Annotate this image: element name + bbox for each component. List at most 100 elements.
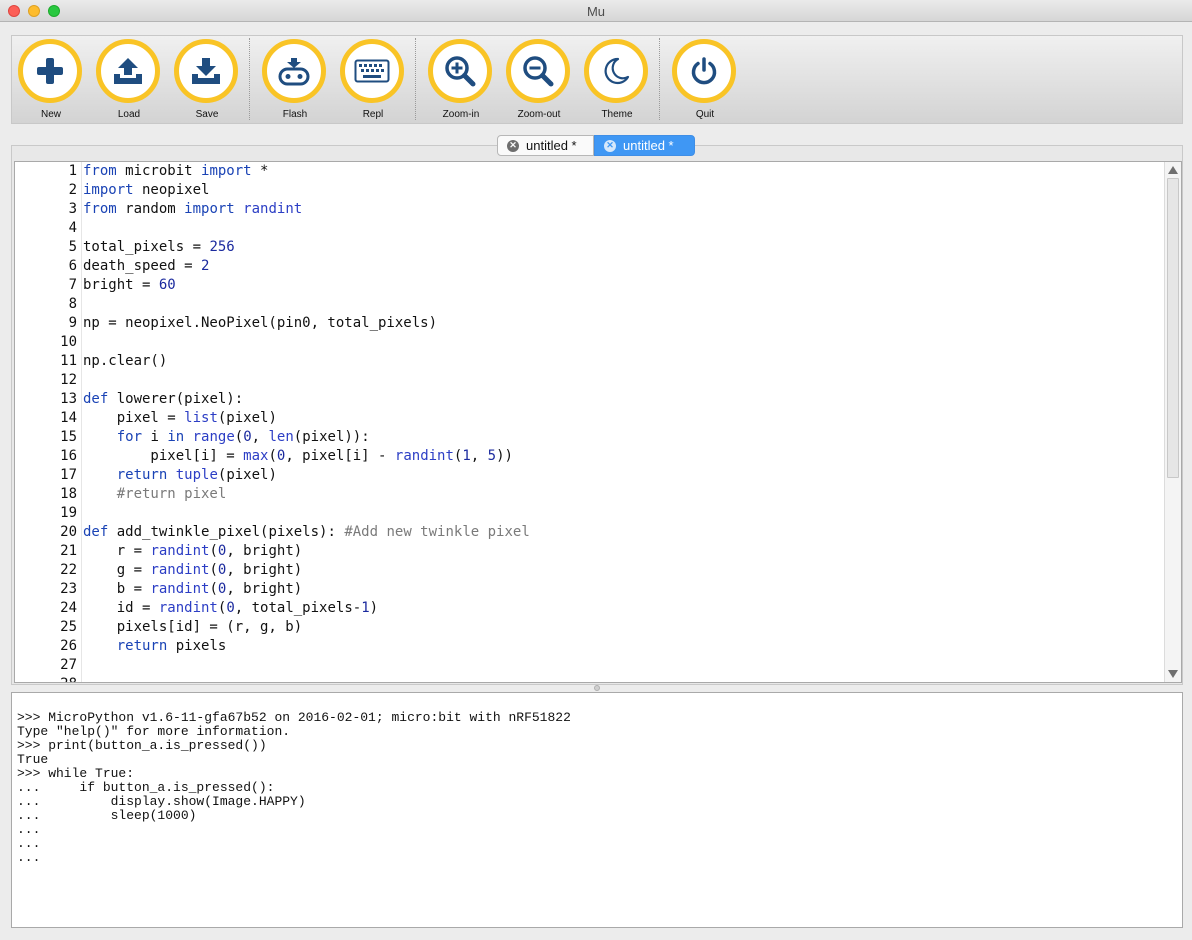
- code-line[interactable]: np.clear(): [83, 352, 167, 371]
- window-title: Mu: [586, 4, 606, 19]
- repl-console[interactable]: >>> MicroPython v1.6-11-gfa67b52 on 2016…: [11, 692, 1183, 928]
- zoom-in-button[interactable]: Zoom-in: [426, 39, 492, 125]
- new-label: New: [40, 109, 61, 120]
- scrollbar-thumb[interactable]: [1167, 178, 1179, 478]
- tab-untitled-2[interactable]: ✕ untitled *: [594, 135, 695, 156]
- code-line[interactable]: from microbit import *: [83, 162, 268, 181]
- repl-line: ...: [17, 822, 41, 837]
- zoom-in-label: Zoom-in: [442, 109, 480, 120]
- theme-label: Theme: [601, 109, 633, 120]
- repl-button[interactable]: Repl: [338, 39, 404, 125]
- toolbar: New Load Save Flash Repl Zoom-in Zoom-ou…: [11, 35, 1183, 124]
- load-label: Load: [117, 109, 141, 120]
- scroll-up-arrow-icon[interactable]: [1168, 166, 1178, 174]
- mu-window: Mu New Load Save Flash Repl Zoom-in Zoom…: [0, 0, 1192, 940]
- power-icon: [691, 57, 717, 85]
- repl-line: ...: [17, 836, 41, 851]
- theme-button[interactable]: Theme: [582, 39, 648, 125]
- code-line[interactable]: r = randint(0, bright): [83, 542, 302, 561]
- code-line[interactable]: def lowerer(pixel):: [83, 390, 243, 409]
- code-line[interactable]: id = randint(0, total_pixels-1): [83, 599, 378, 618]
- code-line[interactable]: from random import randint: [83, 200, 302, 219]
- line-number: 20: [60, 524, 77, 540]
- line-number: 16: [60, 448, 77, 464]
- upload-icon: [114, 58, 142, 84]
- code-line[interactable]: death_speed = 2: [83, 257, 209, 276]
- code-line[interactable]: pixel = list(pixel): [83, 409, 277, 428]
- repl-label: Repl: [362, 109, 384, 120]
- code-line[interactable]: pixels[id] = (r, g, b): [83, 618, 302, 637]
- line-number: 4: [68, 220, 77, 236]
- editor-vertical-scrollbar[interactable]: [1164, 162, 1181, 682]
- repl-line: ... if button_a.is_pressed():: [17, 780, 275, 795]
- line-number: 27: [60, 657, 77, 673]
- download-icon: [192, 58, 220, 84]
- zoom-out-icon: [523, 56, 554, 87]
- line-number: 9: [68, 315, 77, 331]
- line-number: 17: [60, 467, 77, 483]
- save-button[interactable]: Save: [172, 39, 238, 125]
- flash-label: Flash: [282, 109, 308, 120]
- line-number: 11: [60, 353, 77, 369]
- code-line[interactable]: import neopixel: [83, 181, 209, 200]
- line-number: 14: [60, 410, 77, 426]
- code-line[interactable]: total_pixels = 256: [83, 238, 235, 257]
- line-number: 24: [60, 600, 77, 616]
- code-area[interactable]: from microbit import * import neopixel fro…: [83, 162, 1163, 682]
- close-tab-icon[interactable]: ✕: [507, 139, 519, 152]
- microbit-icon: [278, 58, 310, 86]
- repl-line: >>> print(button_a.is_pressed()): [17, 738, 267, 753]
- load-button[interactable]: Load: [94, 39, 160, 125]
- line-number: 6: [68, 258, 77, 274]
- code-editor[interactable]: 1 2 3 4 5 6 7 8 9 10 11 12 13 14 15 16 17 18 19 20 21 22 23 24 2…: [14, 161, 1182, 683]
- line-number: 18: [60, 486, 77, 502]
- title-bar: Mu: [0, 0, 1192, 22]
- tab-untitled-1[interactable]: ✕ untitled *: [497, 135, 594, 156]
- zoom-out-button[interactable]: Zoom-out: [504, 39, 570, 125]
- code-line[interactable]: for i in range(0, len(pixel)):: [83, 428, 370, 447]
- pane-splitter[interactable]: [11, 685, 1183, 692]
- plus-icon: [37, 58, 63, 84]
- code-line[interactable]: def add_twinkle_pixel(pixels): #Add new …: [83, 523, 530, 542]
- code-line[interactable]: pixel[i] = max(0, pixel[i] - randint(1, …: [83, 447, 513, 466]
- line-number: 22: [60, 562, 77, 578]
- code-line[interactable]: b = randint(0, bright): [83, 580, 302, 599]
- save-label: Save: [195, 109, 219, 120]
- moon-icon: [604, 57, 630, 85]
- flash-button[interactable]: Flash: [260, 39, 326, 125]
- tab-bar: ✕ untitled * ✕ untitled *: [497, 135, 695, 156]
- line-number: 26: [60, 638, 77, 654]
- repl-line: >>> MicroPython v1.6-11-gfa67b52 on 2016…: [17, 710, 571, 725]
- line-number: 8: [68, 296, 77, 312]
- repl-line: True: [17, 752, 49, 767]
- quit-button[interactable]: Quit: [670, 39, 736, 125]
- toolbar-separator: [249, 38, 250, 120]
- code-line[interactable]: g = randint(0, bright): [83, 561, 302, 580]
- code-line[interactable]: return pixels: [83, 637, 227, 656]
- close-tab-icon[interactable]: ✕: [604, 139, 616, 152]
- code-line[interactable]: np = neopixel.NeoPixel(pin0, total_pixel…: [83, 314, 437, 333]
- line-number: 23: [60, 581, 77, 597]
- code-line[interactable]: #return pixel: [83, 485, 227, 504]
- tab-label: untitled *: [526, 138, 577, 153]
- line-number: 19: [60, 505, 77, 521]
- quit-label: Quit: [695, 109, 715, 120]
- repl-line: ...: [17, 850, 41, 865]
- repl-line: ... sleep(1000): [17, 808, 197, 823]
- line-number-gutter: 1 2 3 4 5 6 7 8 9 10 11 12 13 14 15 16 17 18 19 20 21 22 23 24 2…: [15, 162, 81, 682]
- line-number: 10: [60, 334, 77, 350]
- line-number: 25: [60, 619, 77, 635]
- zoom-in-icon: [445, 56, 476, 87]
- line-number: 3: [68, 201, 77, 217]
- line-number: 13: [60, 391, 77, 407]
- toolbar-separator: [659, 38, 660, 120]
- line-number: 12: [60, 372, 77, 388]
- code-line[interactable]: return tuple(pixel): [83, 466, 277, 485]
- new-button[interactable]: New: [16, 39, 82, 125]
- toolbar-separator: [415, 38, 416, 120]
- splitter-handle[interactable]: [594, 685, 600, 691]
- code-line[interactable]: bright = 60: [83, 276, 176, 295]
- line-number: 5: [68, 239, 77, 255]
- repl-line: ... display.show(Image.HAPPY): [17, 794, 306, 809]
- scroll-down-arrow-icon[interactable]: [1168, 670, 1178, 678]
